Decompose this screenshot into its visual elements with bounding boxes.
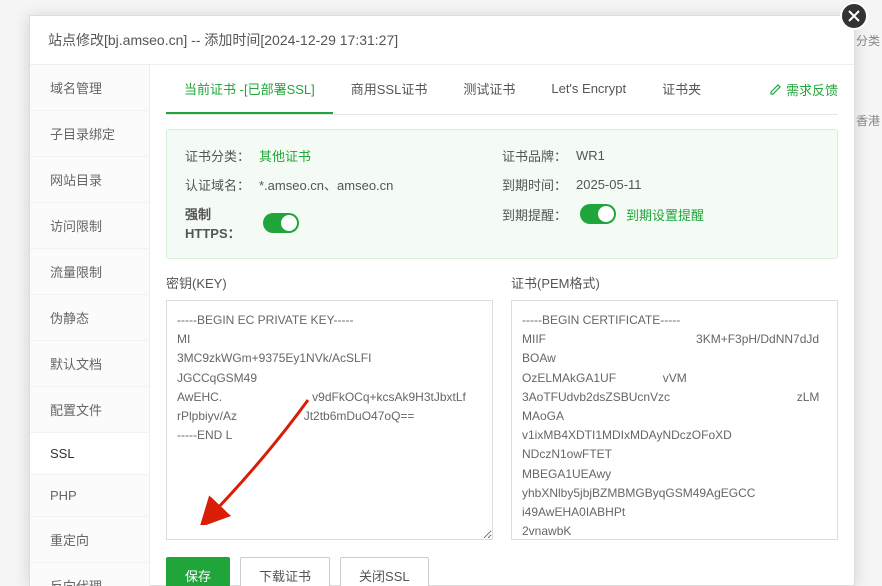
cert-category-label: 证书分类：: [185, 146, 259, 165]
sidebar-item-redirect[interactable]: 重定向: [30, 517, 149, 563]
bg-text: 分类: [856, 32, 880, 49]
tab-lets-encrypt[interactable]: Let's Encrypt: [533, 67, 644, 112]
save-button[interactable]: 保存: [166, 557, 230, 586]
modal-title: 站点修改[bj.amseo.cn] -- 添加时间[2024-12-29 17:…: [30, 16, 854, 65]
force-https-label: 强制HTTPS：: [185, 204, 259, 242]
force-https-switch[interactable]: [263, 213, 299, 233]
sidebar-item-rewrite[interactable]: 伪静态: [30, 295, 149, 341]
edit-icon: [769, 83, 782, 96]
cert-info-box: 证书分类： 其他证书 认证域名： *.amseo.cn、amseo.cn 强制H…: [166, 129, 838, 259]
cert-domain-label: 认证域名：: [185, 175, 259, 194]
sidebar-item-default-doc[interactable]: 默认文档: [30, 341, 149, 387]
cert-category-value: 其他证书: [259, 146, 311, 165]
close-ssl-button[interactable]: 关闭SSL: [340, 557, 429, 586]
pem-textarea[interactable]: [511, 300, 838, 540]
sidebar-item-php[interactable]: PHP: [30, 475, 149, 517]
tab-commercial-ssl[interactable]: 商用SSL证书: [333, 65, 446, 114]
sidebar: 域名管理 子目录绑定 网站目录 访问限制 流量限制 伪静态 默认文档 配置文件 …: [30, 65, 150, 586]
tabs: 当前证书 -[已部署SSL] 商用SSL证书 测试证书 Let's Encryp…: [166, 65, 838, 115]
cert-brand-label: 证书品牌：: [502, 146, 576, 165]
tab-current-cert[interactable]: 当前证书 -[已部署SSL]: [166, 65, 333, 114]
expire-remind-switch[interactable]: [580, 204, 616, 224]
key-textarea[interactable]: [166, 300, 493, 540]
sidebar-item-ssl[interactable]: SSL: [30, 433, 150, 475]
cert-expire-value: 2025-05-11: [576, 177, 642, 192]
cert-expire-label: 到期时间：: [502, 175, 576, 194]
sidebar-item-subdir[interactable]: 子目录绑定: [30, 111, 149, 157]
main-content: 当前证书 -[已部署SSL] 商用SSL证书 测试证书 Let's Encryp…: [150, 65, 854, 586]
key-label: 密钥(KEY): [166, 273, 493, 292]
cert-brand-value: WR1: [576, 148, 605, 163]
sidebar-item-config[interactable]: 配置文件: [30, 387, 149, 433]
bg-text: 香港: [856, 112, 880, 129]
close-icon[interactable]: [840, 2, 868, 30]
sidebar-item-proxy[interactable]: 反向代理: [30, 563, 149, 586]
sidebar-item-access[interactable]: 访问限制: [30, 203, 149, 249]
tab-test-cert[interactable]: 测试证书: [445, 65, 533, 114]
modal: 站点修改[bj.amseo.cn] -- 添加时间[2024-12-29 17:…: [29, 15, 855, 586]
sidebar-item-domain[interactable]: 域名管理: [30, 65, 149, 111]
tab-cert-folder[interactable]: 证书夹: [644, 65, 719, 114]
feedback-link[interactable]: 需求反馈: [769, 80, 838, 99]
download-cert-button[interactable]: 下载证书: [240, 557, 330, 586]
pem-label: 证书(PEM格式): [511, 273, 838, 292]
sidebar-item-traffic[interactable]: 流量限制: [30, 249, 149, 295]
expire-remind-label: 到期提醒：: [502, 205, 576, 224]
cert-domain-value: *.amseo.cn、amseo.cn: [259, 175, 393, 194]
expire-remind-link[interactable]: 到期设置提醒: [626, 205, 704, 224]
sidebar-item-webdir[interactable]: 网站目录: [30, 157, 149, 203]
